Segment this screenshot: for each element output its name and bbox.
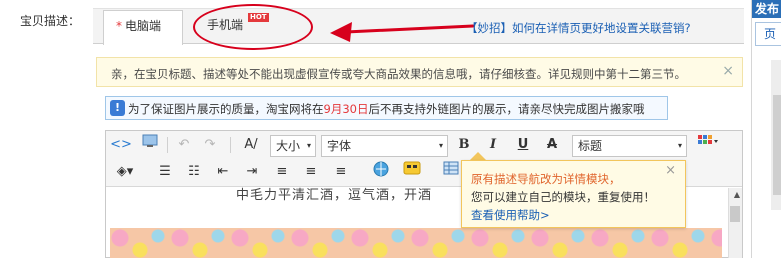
format-painter-icon[interactable]: A/ <box>240 134 262 156</box>
notice-close-icon[interactable]: × <box>722 63 734 79</box>
strikethrough-button[interactable]: A <box>541 134 563 156</box>
description-field-label: 宝贝描述： <box>20 14 81 28</box>
chevron-down-icon: ▾ <box>438 141 443 150</box>
tab-pc[interactable]: * 电脑端 <box>103 10 183 45</box>
annotation-ellipse <box>193 4 313 50</box>
info-text-before: 为了保证图片展示的质量，淘宝网将在 <box>128 102 324 116</box>
tooltip-line1: 原有描述导航改为详情模块， <box>471 172 621 186</box>
align-center-icon[interactable]: ≡ <box>300 161 322 183</box>
scroll-up-arrow-icon[interactable]: ▲ <box>734 190 740 199</box>
font-size-select[interactable]: 大小 ▾ <box>270 135 316 157</box>
chevron-down-icon: ▾ <box>677 141 682 150</box>
description-module-tooltip: 原有描述导航改为详情模块， 您可以建立自己的模块，重复使用！ 查看使用帮助> × <box>461 160 686 228</box>
outdent-icon[interactable]: ⇤ <box>212 161 234 183</box>
info-text: 为了保证图片展示的质量，淘宝网将在9月30日后不再支持外链图片的展示，请亲尽快完… <box>128 101 644 117</box>
notice-banner: 亲，在宝贝标题、描述等处不能出现虚假宣传或夸大商品效果的信息哦，请仔细核查。详见… <box>96 57 743 87</box>
editor-content-text[interactable]: 中毛力平清汇酒，逗气酒，开酒 <box>236 184 432 203</box>
unordered-list-icon[interactable]: ☰ <box>154 161 176 183</box>
right-panel-tab[interactable]: 页 <box>755 22 781 46</box>
emoji-icon[interactable] <box>401 161 423 183</box>
font-size-select-label: 大小 <box>276 139 301 153</box>
source-code-icon[interactable]: <> <box>110 134 132 156</box>
heading-select[interactable]: 标题 ▾ <box>572 135 687 157</box>
editor-scroll-thumb[interactable] <box>730 206 740 222</box>
underline-button[interactable]: U <box>512 134 534 156</box>
toolbar-separator <box>230 137 231 153</box>
undo-icon[interactable]: ↶ <box>173 134 195 156</box>
indent-icon[interactable]: ⇥ <box>241 161 263 183</box>
info-text-date: 9月30日 <box>323 102 369 116</box>
tooltip-help-link[interactable]: 查看使用帮助> <box>471 207 550 223</box>
link-globe-icon[interactable] <box>370 161 392 183</box>
info-icon: ! <box>110 100 125 116</box>
image-info-box: ! 为了保证图片展示的质量，淘宝网将在9月30日后不再支持外链图片的展示，请亲尽… <box>105 96 668 120</box>
chevron-down-icon: ▾ <box>306 141 311 150</box>
tooltip-close-icon[interactable]: × <box>665 163 676 178</box>
notice-text: 亲，在宝贝标题、描述等处不能出现虚假宣传或夸大商品效果的信息哦，请仔细核查。详见… <box>111 67 686 81</box>
preview-icon[interactable] <box>139 134 161 156</box>
publish-header[interactable]: 发布 <box>752 0 781 18</box>
tooltip-line2: 您可以建立自己的模块，重复使用！ <box>471 190 655 204</box>
ordered-list-icon[interactable]: ☷ <box>183 161 205 183</box>
font-family-select-label: 字体 <box>327 139 352 153</box>
fill-color-icon[interactable]: ◈▾ <box>114 161 136 183</box>
toolbar-separator <box>167 137 168 153</box>
table-grid-icon[interactable] <box>697 134 719 156</box>
tab-pc-label: 电脑端 <box>125 19 162 33</box>
annotation-arrow-icon <box>330 22 475 42</box>
heading-select-label: 标题 <box>578 139 603 153</box>
align-left-icon[interactable]: ≡ <box>271 161 293 183</box>
align-right-icon[interactable]: ≡ <box>330 161 352 183</box>
right-side-panel: 发布 页 <box>751 0 781 258</box>
marketing-tip-link[interactable]: 【妙招】如何在详情页更好地设置关联营销? <box>466 20 691 36</box>
redo-icon[interactable]: ↷ <box>199 134 221 156</box>
required-star: * <box>116 19 122 33</box>
banner-image <box>110 228 722 258</box>
tooltip-arrow <box>470 152 486 160</box>
right-panel-scroll-thumb[interactable] <box>773 95 781 195</box>
insert-table-icon[interactable] <box>440 161 462 183</box>
font-family-select[interactable]: 字体 ▾ <box>321 135 448 157</box>
info-text-after: 后不再支持外链图片的展示，请亲尽快完成图片搬家哦 <box>368 102 645 116</box>
